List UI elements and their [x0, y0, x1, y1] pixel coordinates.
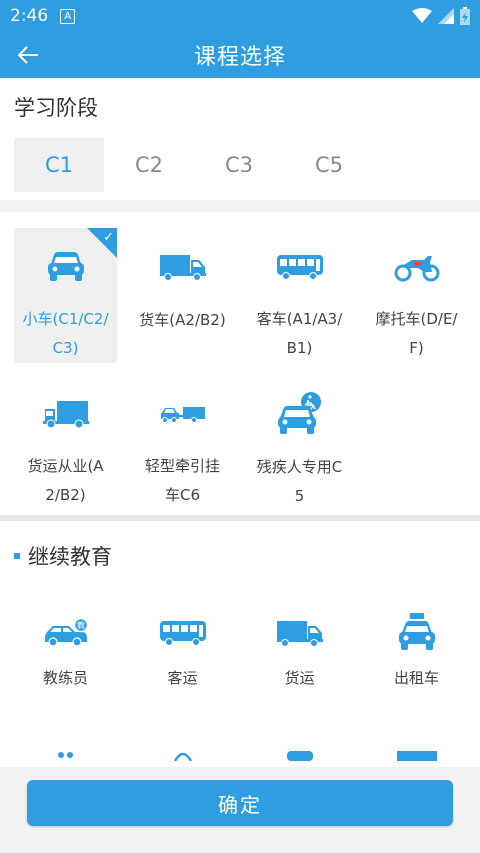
vehicle-name: 残疾人专用C5	[256, 458, 343, 505]
svg-text:教: 教	[77, 620, 85, 630]
truck-icon	[159, 246, 206, 288]
coach-car-icon: 教	[43, 613, 89, 653]
partial-icon	[365, 747, 468, 761]
page-title: 课程选择	[193, 45, 286, 70]
vehicle-name: 货运从业(A2/B2)	[27, 457, 104, 504]
section-title: 继续教育	[14, 541, 466, 571]
battery-icon	[460, 7, 470, 25]
confirm-button[interactable]: 确定	[27, 780, 453, 826]
partial-icon	[14, 747, 117, 761]
arrow-left-icon	[17, 46, 38, 64]
taxi-icon	[397, 613, 437, 653]
edu-item-name: 出租车	[393, 669, 439, 687]
tab-c2[interactable]: C2	[104, 138, 194, 192]
vehicle-item-accessible[interactable]: 残疾人专用C5	[248, 375, 351, 510]
vehicle-item-bus[interactable]: 客车(A1/A3/B1)	[248, 228, 351, 363]
vehicle-name: 摩托车(D/E/F)	[375, 310, 458, 357]
notification-a-icon: A	[60, 8, 76, 24]
edu-item-freight[interactable]: 货运	[248, 613, 351, 723]
edu-title-label: 继续教育	[28, 545, 112, 569]
stage-tabs: C1 C2 C3 C5	[14, 138, 376, 192]
trailer-icon	[160, 393, 206, 434]
partial-icon	[131, 747, 234, 761]
edu-item-passenger[interactable]: 客运	[131, 613, 234, 723]
vehicle-name: 小车(C1/C2/C3)	[22, 310, 109, 357]
cargo-truck-icon	[42, 393, 89, 434]
back-button[interactable]	[0, 32, 56, 78]
stage-label: 学习阶段	[14, 96, 98, 120]
stage-section: 学习阶段 C1 C2 C3 C5	[0, 78, 480, 200]
app-bar: 课程选择	[0, 32, 480, 78]
edu-item-coach[interactable]: 教 教练员	[14, 613, 117, 723]
status-right	[412, 7, 470, 25]
edu-item-name: 货运	[284, 669, 315, 687]
vehicle-item-cargo[interactable]: 货运从业(A2/B2)	[14, 375, 117, 510]
truck-icon	[276, 613, 323, 653]
vehicle-item-truck[interactable]: 货车(A2/B2)	[131, 228, 234, 363]
tab-c3[interactable]: C3	[194, 138, 284, 192]
edu-grid-next-row	[14, 747, 466, 761]
status-bar: 2:46 A	[0, 0, 480, 32]
accessible-car-icon	[277, 392, 323, 435]
partial-icon	[248, 747, 351, 761]
vehicle-item-trailer[interactable]: 轻型牵引挂车C6	[131, 375, 234, 510]
vehicle-item-car[interactable]: ✓ 小车(C1/C2/C3)	[14, 228, 117, 363]
edu-grid: 教 教练员 客运 货运 出租车	[14, 613, 466, 723]
vehicle-item-motorcycle[interactable]: 摩托车(D/E/F)	[365, 228, 468, 363]
edu-item-taxi[interactable]: 出租车	[365, 613, 468, 723]
bus-icon	[159, 613, 206, 653]
bus-icon	[276, 246, 323, 287]
motorcycle-icon	[394, 246, 440, 287]
check-icon: ✓	[103, 230, 114, 245]
vehicle-grid: ✓ 小车(C1/C2/C3) 货车(A2/B2) 客车(A1/A3/B1) 摩托…	[14, 228, 466, 510]
vehicle-section: ✓ 小车(C1/C2/C3) 货车(A2/B2) 客车(A1/A3/B1) 摩托…	[0, 212, 480, 515]
vehicle-name: 货车(A2/B2)	[139, 311, 226, 329]
bottom-bar: 确定	[0, 767, 480, 853]
vehicle-name: 客车(A1/A3/B1)	[256, 310, 343, 357]
continuing-education-section: 继续教育 教 教练员 客运 货运 出租车	[0, 521, 480, 777]
car-icon	[46, 246, 86, 287]
tab-c1[interactable]: C1	[14, 138, 104, 192]
tab-c5[interactable]: C5	[284, 138, 374, 192]
edu-item-name: 客运	[167, 669, 198, 687]
wifi-icon	[412, 8, 432, 23]
title-marker-icon	[14, 553, 20, 559]
edu-item-name: 教练员	[42, 669, 88, 687]
signal-icon	[438, 8, 454, 24]
status-time: 2:46	[10, 6, 49, 26]
vehicle-name: 轻型牵引挂车C6	[144, 457, 220, 504]
